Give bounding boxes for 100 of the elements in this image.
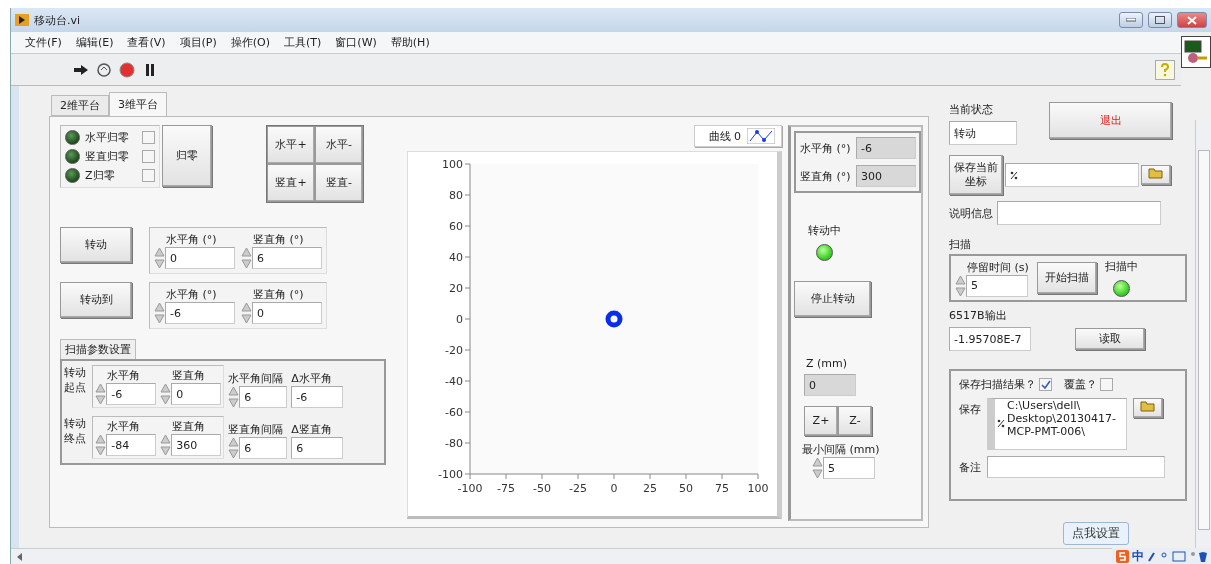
y-tick-label: 0 [456, 313, 463, 326]
help-icon[interactable] [1155, 59, 1175, 80]
spinner-arrows[interactable] [95, 383, 107, 405]
numeric-field[interactable]: 360 [171, 434, 222, 456]
checkbox[interactable] [1100, 378, 1113, 391]
numeric-field[interactable]: -6 [106, 383, 157, 405]
field-label: 竖直角 (°) [252, 232, 304, 247]
numeric-field[interactable]: -6 [165, 302, 235, 324]
spinner-arrows[interactable] [160, 383, 172, 405]
path-field[interactable] [1005, 163, 1139, 187]
read-button[interactable]: 读取 [1075, 328, 1145, 350]
minimize-icon [1126, 18, 1136, 22]
close-button[interactable] [1177, 12, 1207, 28]
numeric-field[interactable]: 5 [966, 274, 1028, 297]
jog-button[interactable]: 水平+ [267, 126, 315, 164]
numeric-field[interactable]: 6 [239, 437, 288, 459]
field-label: 保存 [959, 402, 981, 417]
spinner-arrows[interactable] [241, 302, 252, 324]
numeric-field[interactable]: 6 [291, 437, 344, 459]
jog-button[interactable]: 竖直- [315, 164, 363, 202]
jog-button[interactable]: 竖直+ [267, 164, 315, 202]
y-tick-label: -60 [445, 406, 463, 419]
spinner-arrows[interactable] [955, 274, 966, 297]
y-tick-label: -100 [438, 468, 463, 481]
numeric-field[interactable]: -6 [291, 386, 344, 408]
x-tick-label: -50 [533, 482, 551, 495]
menu-item[interactable]: 工具(T) [284, 35, 322, 50]
led-label: Z归零 [85, 168, 116, 183]
checkbox-label: 保存扫描结果？ [959, 377, 1036, 392]
y-tick-label: -80 [445, 437, 463, 450]
y-axis: -100 -80 -60 -40 -20 0 20 40 60 80 100 [438, 158, 471, 481]
x-tick-label: 0 [610, 482, 618, 495]
checkbox[interactable] [1039, 378, 1052, 391]
path-field[interactable]: C:\Users\dell\ Desktop\20130417- MCP-PMT-006\ [987, 398, 1127, 450]
checkbox[interactable] [142, 150, 155, 163]
menu-item[interactable]: 文件(F) [25, 35, 62, 50]
numeric-field[interactable]: 0 [252, 302, 322, 324]
zero-button[interactable]: 归零 [162, 125, 212, 187]
field-label: 最小间隔 (mm) [802, 442, 880, 457]
numeric-field[interactable]: 0 [165, 247, 235, 269]
z-button[interactable]: Z- [838, 406, 872, 436]
field-label: 水平角 (°) [165, 232, 217, 247]
spinner-arrows[interactable] [228, 437, 240, 459]
menu-item[interactable]: 操作(O) [230, 35, 271, 50]
arrow-left-icon [17, 552, 23, 561]
jog-button[interactable]: 水平- [315, 126, 363, 164]
horizontal-scrollbar[interactable] [11, 548, 1112, 564]
menu-item[interactable]: 帮助(H) [390, 35, 430, 50]
save-coordinates-button[interactable]: 保存当前坐标 [949, 155, 1003, 195]
tab[interactable]: 2维平台 [51, 95, 109, 116]
stop-button[interactable]: 停止转动 [794, 281, 871, 317]
minimize-button[interactable] [1119, 12, 1143, 28]
group-title: 扫描 [949, 237, 972, 252]
maximize-icon [1155, 16, 1165, 24]
menu-item[interactable]: 查看(V) [127, 35, 166, 50]
menu-item[interactable]: 窗口(W) [335, 35, 377, 50]
folder-icon [1148, 167, 1164, 180]
spinner-arrows[interactable] [154, 247, 165, 269]
abort-icon[interactable] [117, 59, 137, 80]
window-title: 移动台.vi [34, 12, 82, 28]
numeric-field[interactable]: 0 [171, 383, 222, 405]
numeric-field[interactable]: -84 [106, 434, 157, 456]
spinner-arrows[interactable] [160, 434, 172, 456]
move-button[interactable]: 转动 [60, 227, 132, 263]
text-field[interactable] [997, 201, 1161, 225]
numeric-field[interactable]: 5 [823, 457, 875, 479]
field-label: 备注 [959, 459, 981, 475]
numeric-field[interactable]: 6 [252, 247, 322, 269]
vertical-scrollbar[interactable] [1195, 120, 1211, 548]
spinner-arrows[interactable] [812, 457, 823, 479]
field-label: 竖直角 (°) [800, 168, 852, 184]
readout-field: -6 [856, 137, 916, 159]
exit-button[interactable]: 退出 [1049, 102, 1172, 139]
app-icon [15, 14, 29, 26]
z-button[interactable]: Z+ [804, 406, 838, 436]
menu-item[interactable]: 项目(P) [179, 35, 217, 50]
start-scan-button[interactable]: 开始扫描 [1036, 262, 1097, 294]
menu-item[interactable]: 编辑(E) [75, 35, 114, 50]
y-tick-label: 100 [442, 158, 463, 171]
close-icon [1187, 15, 1197, 25]
field-label: 竖直角 [171, 419, 206, 434]
spinner-arrows[interactable] [228, 386, 240, 408]
checkbox[interactable] [142, 169, 155, 182]
text-field[interactable] [987, 456, 1165, 478]
y-tick-label: 60 [449, 220, 463, 233]
spinner-arrows[interactable] [241, 247, 252, 269]
chart-legend[interactable]: 曲线 0 [693, 125, 782, 147]
move-button[interactable]: 转动到 [60, 282, 132, 318]
spinner-arrows[interactable] [154, 302, 165, 324]
checkbox[interactable] [142, 131, 155, 144]
spinner-arrows[interactable] [95, 434, 107, 456]
group-title: 扫描参数设置 [60, 339, 136, 359]
folder-button[interactable] [1133, 398, 1163, 418]
numeric-field[interactable]: 6 [239, 386, 288, 408]
field-label: 停留时间 (s) [966, 259, 1029, 275]
folder-button[interactable] [1141, 165, 1171, 185]
status-field: 转动 [949, 121, 1017, 145]
maximize-button[interactable] [1148, 12, 1172, 28]
tab[interactable]: 3维平台 [109, 92, 167, 116]
led-label: 扫描中 [1104, 259, 1138, 274]
